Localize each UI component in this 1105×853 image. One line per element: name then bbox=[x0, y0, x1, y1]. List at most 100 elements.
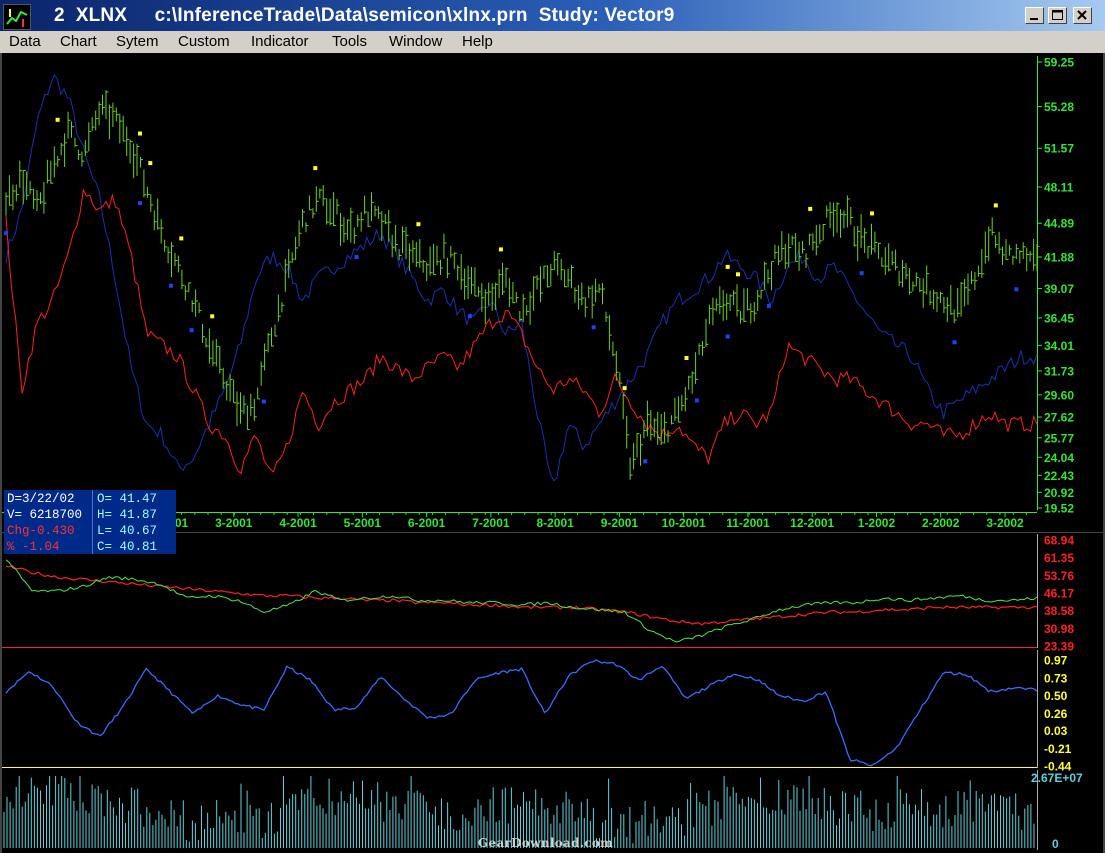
sell-signal-marker bbox=[694, 398, 699, 403]
date-axis-label: 1-2002 bbox=[858, 516, 896, 530]
info-close: C= 40.81 bbox=[97, 540, 158, 554]
panel2-axis-label: 0.97 bbox=[1044, 654, 1068, 668]
info-high: H= 41.87 bbox=[97, 508, 158, 522]
date-axis-label: 9-2001 bbox=[601, 516, 639, 530]
date-axis-label: 12-2001 bbox=[790, 516, 834, 530]
panel2-axis-label: 0.73 bbox=[1044, 672, 1068, 686]
buy-signal-marker bbox=[416, 222, 421, 227]
minimize-icon[interactable] bbox=[1025, 7, 1044, 24]
date-axis-label: 10-2001 bbox=[662, 516, 706, 530]
menu-custom[interactable]: Custom bbox=[178, 33, 230, 50]
panel2-axis-label: 0.03 bbox=[1044, 724, 1068, 738]
price-axis-label: 34.01 bbox=[1044, 339, 1074, 353]
buy-signal-marker bbox=[725, 264, 730, 269]
buy-signal-marker bbox=[55, 117, 60, 122]
title-bar[interactable]: 2 XLNX c:\InferenceTrade\Data\semicon\xl… bbox=[0, 0, 1105, 31]
buy-signal-marker bbox=[622, 386, 627, 391]
sell-signal-marker bbox=[952, 340, 957, 345]
price-axis-label: 24.04 bbox=[1044, 451, 1074, 465]
panel1-axis-label: 30.98 bbox=[1044, 622, 1074, 636]
sell-signal-marker bbox=[261, 399, 266, 404]
buy-signal-marker bbox=[498, 247, 503, 252]
price-axis-label: 22.43 bbox=[1044, 469, 1074, 483]
buy-signal-marker bbox=[313, 166, 318, 171]
buy-signal-marker bbox=[684, 356, 689, 360]
price-axis-label: 59.25 bbox=[1044, 56, 1074, 70]
panel1-axis-label: 53.76 bbox=[1044, 569, 1074, 583]
volume-axis-label-max: 2.67E+07 bbox=[1031, 771, 1083, 785]
menu-system[interactable]: Sytem bbox=[116, 33, 159, 50]
app-chart-icon[interactable] bbox=[3, 4, 31, 30]
sell-signal-marker bbox=[859, 271, 864, 276]
window-title: 2 XLNX c:\InferenceTrade\Data\semicon\xl… bbox=[54, 5, 675, 26]
watermark-text: GearDownload.com bbox=[478, 836, 614, 850]
price-axis-label: 25.77 bbox=[1044, 431, 1074, 445]
date-axis-label: 3-2001 bbox=[215, 516, 253, 530]
info-change: Chg-0.430 bbox=[7, 524, 75, 538]
date-axis-label: 4-2001 bbox=[279, 516, 317, 530]
sell-signal-marker bbox=[354, 255, 359, 259]
date-axis-label: 6-2001 bbox=[408, 516, 446, 530]
panel1-axis-label: 38.58 bbox=[1044, 604, 1074, 618]
sell-signal-marker bbox=[725, 334, 730, 339]
price-axis-label: 48.11 bbox=[1044, 181, 1074, 195]
date-axis-label: 7-2001 bbox=[472, 516, 510, 530]
info-percent: % -1.04 bbox=[7, 540, 60, 554]
sell-signal-marker bbox=[4, 231, 8, 236]
sell-signal-marker bbox=[643, 459, 648, 464]
price-axis-label: 19.52 bbox=[1044, 502, 1074, 516]
menu-bar: Data Chart Sytem Custom Indicator Tools … bbox=[0, 31, 1105, 53]
buy-signal-marker bbox=[179, 236, 184, 241]
sell-signal-marker bbox=[467, 314, 472, 319]
buy-signal-marker bbox=[736, 272, 740, 277]
menu-chart[interactable]: Chart bbox=[60, 33, 97, 50]
sell-signal-marker bbox=[138, 201, 142, 206]
info-date: D=3/22/02 bbox=[7, 492, 75, 506]
panel2-axis-label: 0.26 bbox=[1044, 707, 1068, 721]
price-axis-label: 31.73 bbox=[1044, 364, 1074, 378]
panel1-axis-label: 23.39 bbox=[1044, 640, 1074, 654]
sell-signal-marker bbox=[189, 328, 194, 333]
date-axis-label: 8-2001 bbox=[536, 516, 574, 530]
price-axis-label: 39.07 bbox=[1044, 282, 1074, 296]
menu-data[interactable]: Data bbox=[9, 33, 41, 50]
menu-window[interactable]: Window bbox=[389, 33, 442, 50]
buy-signal-marker bbox=[210, 314, 215, 319]
info-volume: V= 6218700 bbox=[7, 508, 83, 522]
panel1-axis-label: 61.35 bbox=[1044, 551, 1074, 565]
sell-signal-marker bbox=[591, 325, 596, 330]
sell-signal-marker bbox=[169, 283, 173, 288]
date-axis-label: 5-2001 bbox=[344, 516, 382, 530]
menu-indicator[interactable]: Indicator bbox=[251, 33, 309, 50]
buy-signal-marker bbox=[808, 206, 813, 211]
price-axis-label: 51.57 bbox=[1044, 142, 1074, 156]
panel1-axis-label: 68.94 bbox=[1044, 534, 1074, 548]
menu-help[interactable]: Help bbox=[462, 33, 493, 50]
price-axis-label: 36.45 bbox=[1044, 311, 1074, 325]
buy-signal-marker bbox=[138, 131, 142, 136]
close-icon[interactable] bbox=[1073, 7, 1092, 24]
price-axis-label: 27.62 bbox=[1044, 411, 1074, 425]
price-axis-label: 44.89 bbox=[1044, 217, 1074, 231]
buy-signal-marker bbox=[870, 211, 874, 216]
sell-signal-marker bbox=[1014, 287, 1019, 292]
buy-signal-marker bbox=[148, 161, 153, 166]
panel2-axis-label: 0.50 bbox=[1044, 689, 1068, 703]
price-info-box: D=3/22/02 V= 6218700 Chg-0.430 % -1.04 O… bbox=[4, 490, 176, 554]
menu-tools[interactable]: Tools bbox=[332, 33, 367, 50]
volume-axis-label-zero: 0 bbox=[1052, 837, 1059, 851]
panel2-axis-label: -0.21 bbox=[1044, 742, 1072, 756]
price-axis-label: 29.60 bbox=[1044, 388, 1074, 402]
panel1-axis-label: 46.17 bbox=[1044, 586, 1074, 600]
date-axis-label: 2-2002 bbox=[922, 516, 960, 530]
buy-signal-marker bbox=[993, 203, 998, 208]
price-axis-label: 41.88 bbox=[1044, 250, 1074, 264]
stock-chart[interactable]: 59.25 55.28 51.57 48.11 44.89 41.88 39.07 36.45… bbox=[0, 53, 1105, 853]
date-axis-label: 3-2002 bbox=[986, 516, 1024, 530]
info-low: L= 40.67 bbox=[97, 524, 158, 538]
maximize-icon[interactable] bbox=[1048, 7, 1067, 24]
chart-window[interactable]: 59.25 55.28 51.57 48.11 44.89 41.88 39.07 36.45… bbox=[0, 53, 1105, 853]
date-axis-label: 11-2001 bbox=[726, 516, 770, 530]
info-open: O= 41.47 bbox=[97, 492, 158, 506]
price-axis-label: 20.92 bbox=[1044, 486, 1074, 500]
